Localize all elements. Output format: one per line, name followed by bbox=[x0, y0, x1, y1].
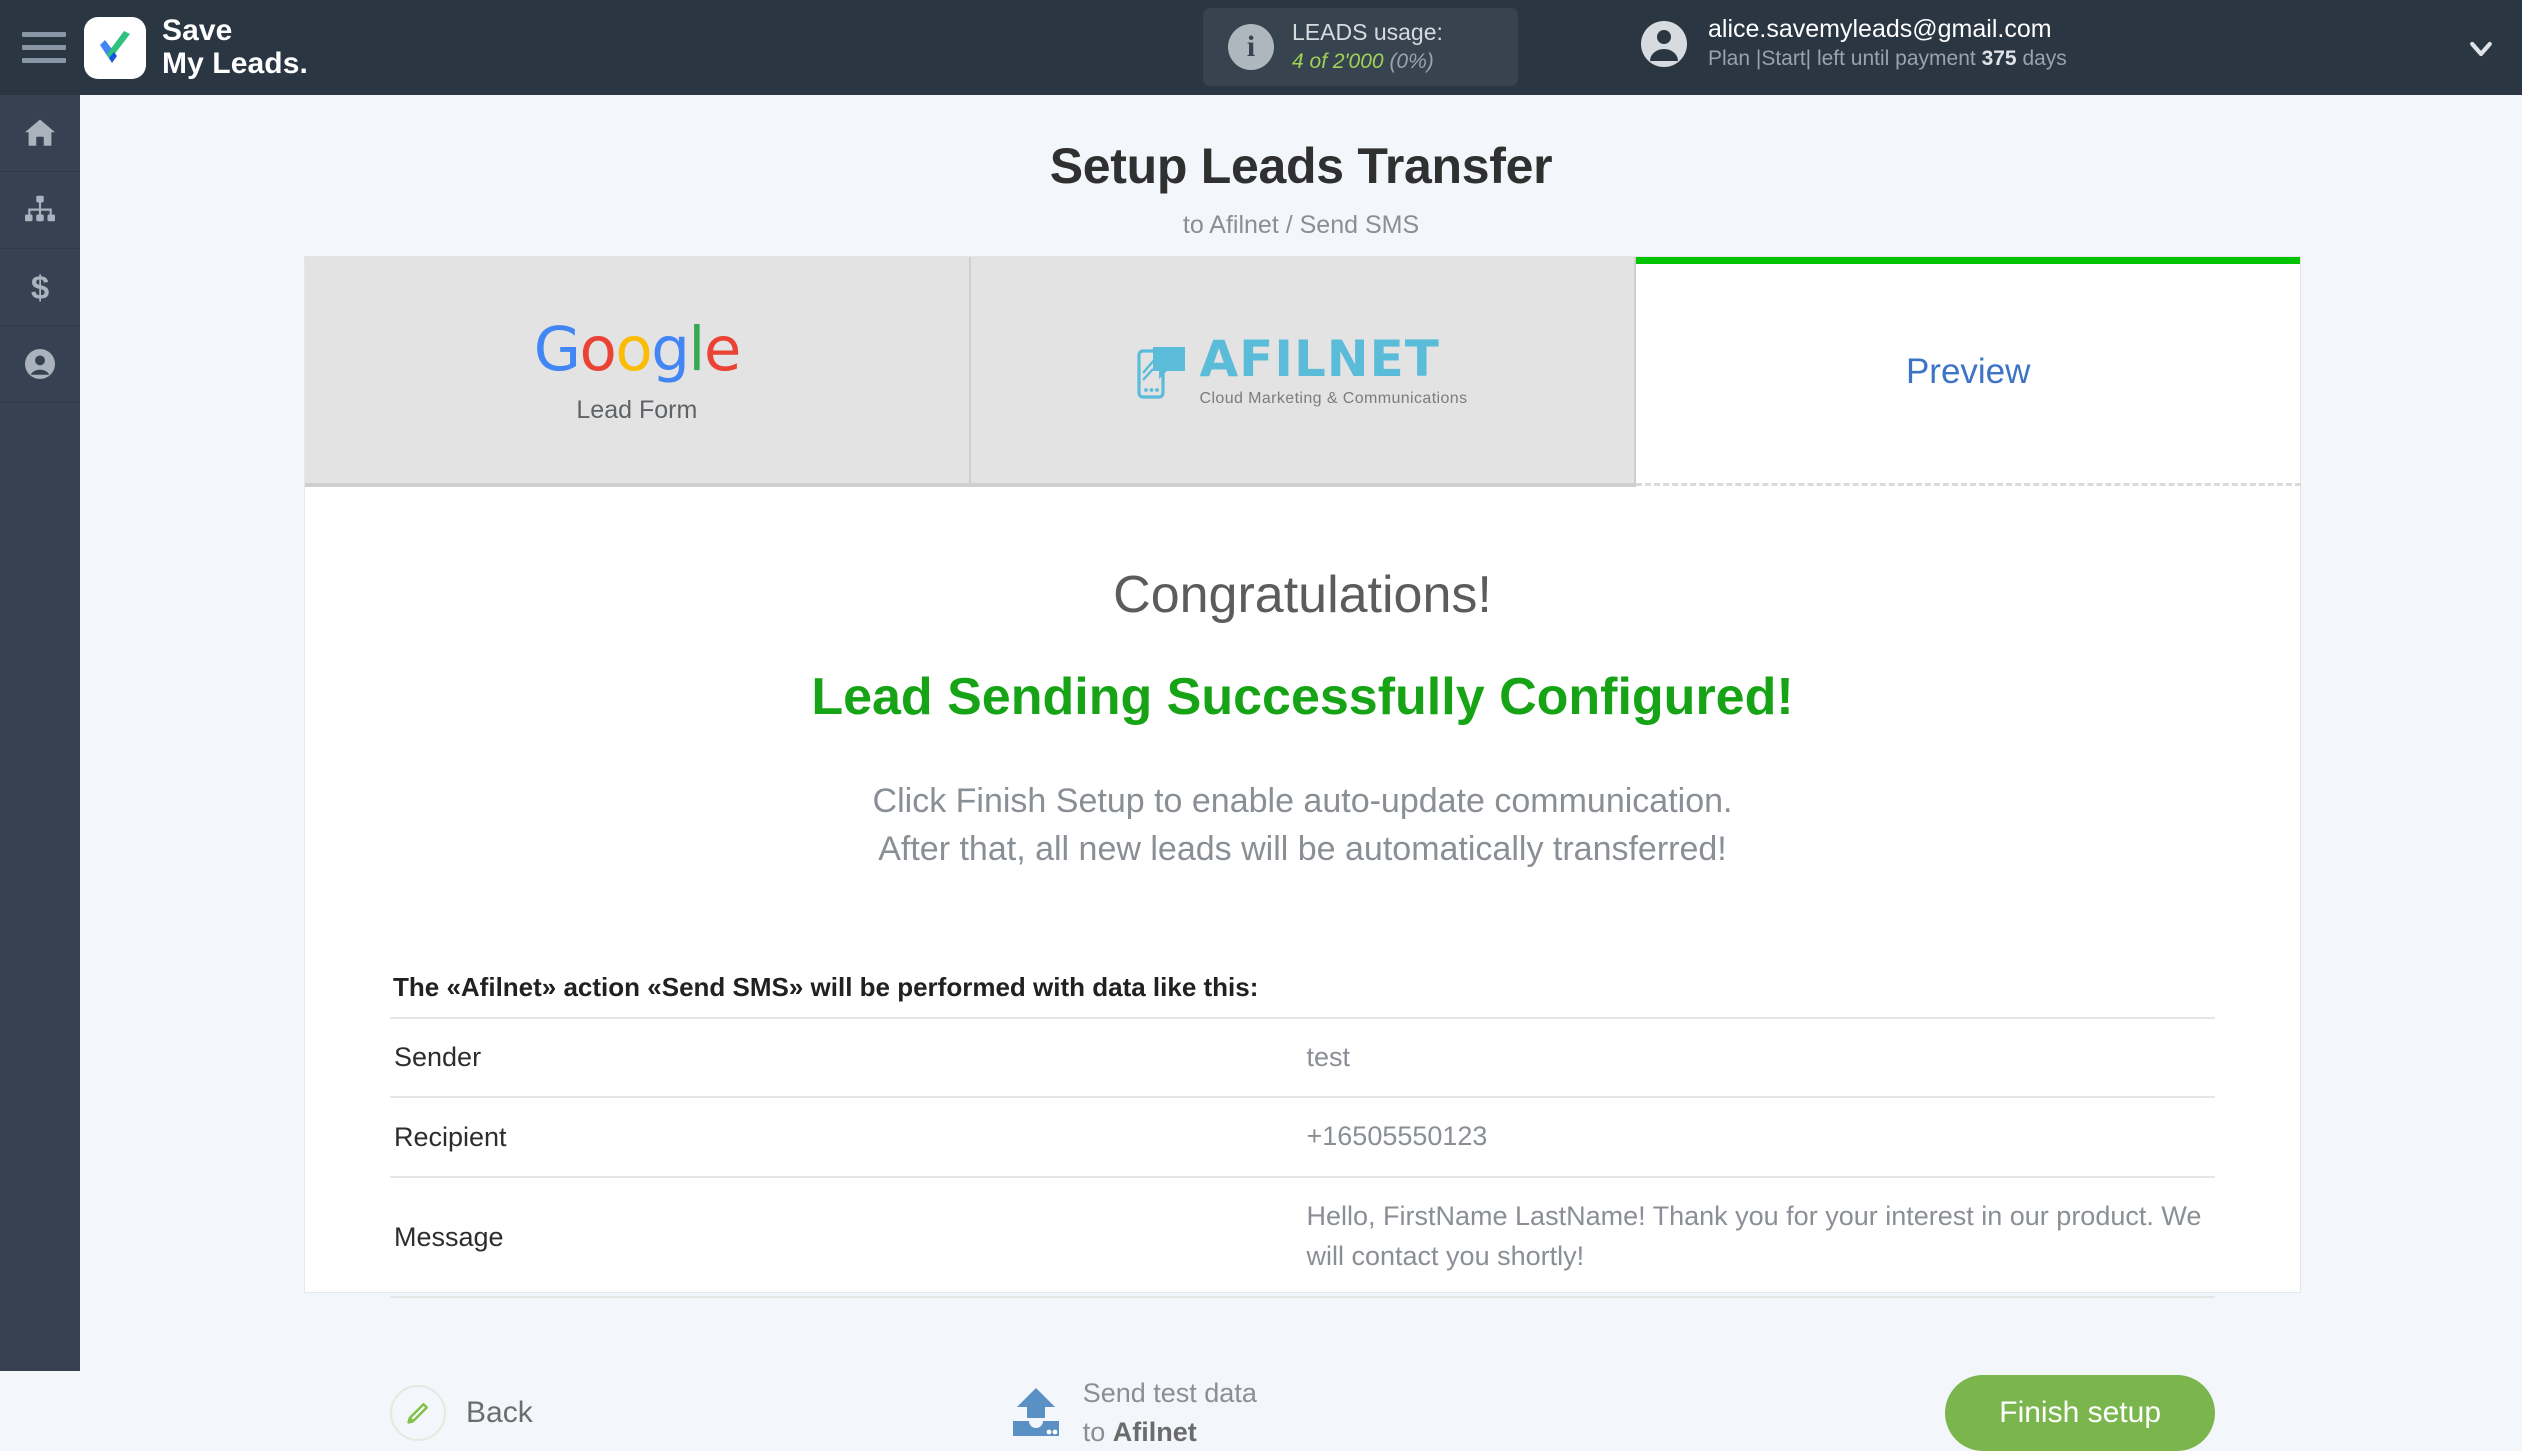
pencil-icon bbox=[390, 1384, 446, 1441]
burger-line bbox=[22, 45, 66, 50]
usage-percent: (0%) bbox=[1389, 50, 1434, 74]
finish-setup-button[interactable]: Finish setup bbox=[1945, 1374, 2215, 1451]
sidebar-item-profile[interactable] bbox=[0, 326, 80, 403]
table-cell-key: Sender bbox=[390, 1016, 1303, 1099]
table-cell-value: +16505550123 bbox=[1302, 1096, 2215, 1179]
plan-prefix: Plan |Start| left until payment bbox=[1708, 47, 1976, 71]
plan-days: 375 bbox=[1981, 47, 2017, 71]
send-test-line-2: to Afilnet bbox=[1083, 1413, 1257, 1451]
tab-preview-label: Preview bbox=[1905, 352, 2031, 391]
success-heading: Lead Sending Successfully Configured! bbox=[811, 668, 1794, 726]
send-test-data-button[interactable]: Send test data to Afilnet bbox=[1007, 1374, 1257, 1451]
left-sidebar: $ bbox=[0, 95, 80, 1371]
tab-accent-bar bbox=[305, 257, 969, 264]
home-icon bbox=[25, 119, 55, 146]
sidebar-item-home[interactable] bbox=[0, 95, 80, 172]
top-header: Save My Leads. i LEADS usage: 4 of 2'000… bbox=[0, 0, 2522, 95]
tab-source-google-lead-form[interactable]: Google Lead Form bbox=[305, 257, 969, 487]
checkmark-icon bbox=[84, 16, 146, 79]
google-logo-icon: Google bbox=[533, 314, 742, 385]
table-row: Message Hello, FirstName LastName! Thank… bbox=[390, 1176, 2215, 1299]
user-circle-icon bbox=[25, 349, 55, 379]
brand-logo[interactable]: Save My Leads. bbox=[84, 14, 308, 80]
step-tabs: Google Lead Form AFILNET Cloud Marketing… bbox=[305, 257, 2301, 487]
table-cell-key: Recipient bbox=[390, 1096, 1303, 1179]
account-plan: Plan |Start| left until payment 375 days bbox=[1708, 45, 2067, 73]
page-subtitle: to Afilnet / Send SMS bbox=[1182, 211, 1420, 239]
tab-accent-bar bbox=[1636, 257, 2301, 264]
page-content: Setup Leads Transfer to Afilnet / Send S… bbox=[80, 95, 2522, 1451]
table-cell-value: Hello, FirstName LastName! Thank you for… bbox=[1302, 1176, 2215, 1299]
tab-destination-afilnet[interactable]: AFILNET Cloud Marketing & Communications bbox=[968, 257, 1635, 487]
table-row: Recipient +16505550123 bbox=[390, 1096, 2215, 1179]
sidebar-item-billing[interactable]: $ bbox=[0, 249, 80, 326]
send-test-to: to bbox=[1082, 1416, 1106, 1447]
plan-suffix: days bbox=[2022, 47, 2067, 71]
send-test-target: Afilnet bbox=[1112, 1416, 1197, 1447]
preview-table-caption: The «Afilnet» action «Send SMS» will be … bbox=[393, 971, 1259, 1002]
upload-icon bbox=[1012, 1387, 1059, 1436]
send-test-line-1: Send test data bbox=[1082, 1378, 1257, 1409]
sitemap-icon bbox=[25, 195, 55, 222]
account-email: alice.savemyleads@gmail.com bbox=[1708, 15, 2052, 43]
back-label: Back bbox=[466, 1395, 533, 1429]
brand-line-2: My Leads. bbox=[162, 46, 308, 80]
dollar-icon: $ bbox=[31, 269, 49, 305]
instruction-line-1: Click Finish Setup to enable auto-update… bbox=[872, 782, 1733, 820]
burger-line bbox=[22, 32, 66, 37]
card-body: Congratulations! Lead Sending Successful… bbox=[305, 565, 2300, 1451]
back-button[interactable]: Back bbox=[390, 1384, 533, 1441]
leads-usage-box[interactable]: i LEADS usage: 4 of 2'000 (0%) bbox=[1203, 8, 1518, 86]
table-cell-value: test bbox=[1302, 1016, 2215, 1099]
page-title: Setup Leads Transfer bbox=[1049, 138, 1553, 194]
tab-preview[interactable]: Preview bbox=[1634, 257, 2301, 487]
instruction-text: Click Finish Setup to enable auto-update… bbox=[390, 777, 2215, 874]
congratulations-heading: Congratulations! bbox=[1113, 566, 1492, 624]
card-footer: Back Send test data to Afilnet Finish se… bbox=[390, 1374, 2215, 1451]
avatar-icon bbox=[1641, 20, 1687, 67]
info-icon: i bbox=[1228, 24, 1274, 70]
tab-destination-caption: Cloud Marketing & Communications bbox=[1199, 389, 1468, 407]
usage-value: 4 of 2'000 bbox=[1292, 50, 1384, 74]
menu-toggle-icon[interactable] bbox=[22, 28, 68, 68]
brand-name: Save My Leads. bbox=[162, 14, 308, 80]
instruction-line-2: After that, all new leads will be automa… bbox=[878, 830, 1727, 869]
account-menu[interactable]: alice.savemyleads@gmail.com Plan |Start|… bbox=[1640, 14, 2067, 74]
afilnet-logo-icon: AFILNET Cloud Marketing & Communications bbox=[1137, 329, 1468, 408]
brand-line-1: Save bbox=[162, 14, 233, 48]
usage-label: LEADS usage: bbox=[1292, 19, 1443, 46]
tab-source-caption: Lead Form bbox=[576, 396, 698, 424]
table-cell-key: Message bbox=[390, 1176, 1303, 1299]
preview-table: Sender test Recipient +16505550123 Messa… bbox=[390, 1016, 2215, 1299]
sidebar-item-connections[interactable] bbox=[0, 172, 80, 249]
setup-card: Google Lead Form AFILNET Cloud Marketing… bbox=[305, 257, 2301, 1451]
table-row: Sender test bbox=[390, 1016, 2215, 1099]
tab-accent-bar bbox=[971, 257, 1635, 264]
svg-text:$: $ bbox=[31, 269, 49, 305]
chevron-down-icon[interactable] bbox=[2466, 34, 2496, 64]
burger-line bbox=[22, 58, 66, 63]
afilnet-wordmark: AFILNET bbox=[1199, 329, 1440, 388]
